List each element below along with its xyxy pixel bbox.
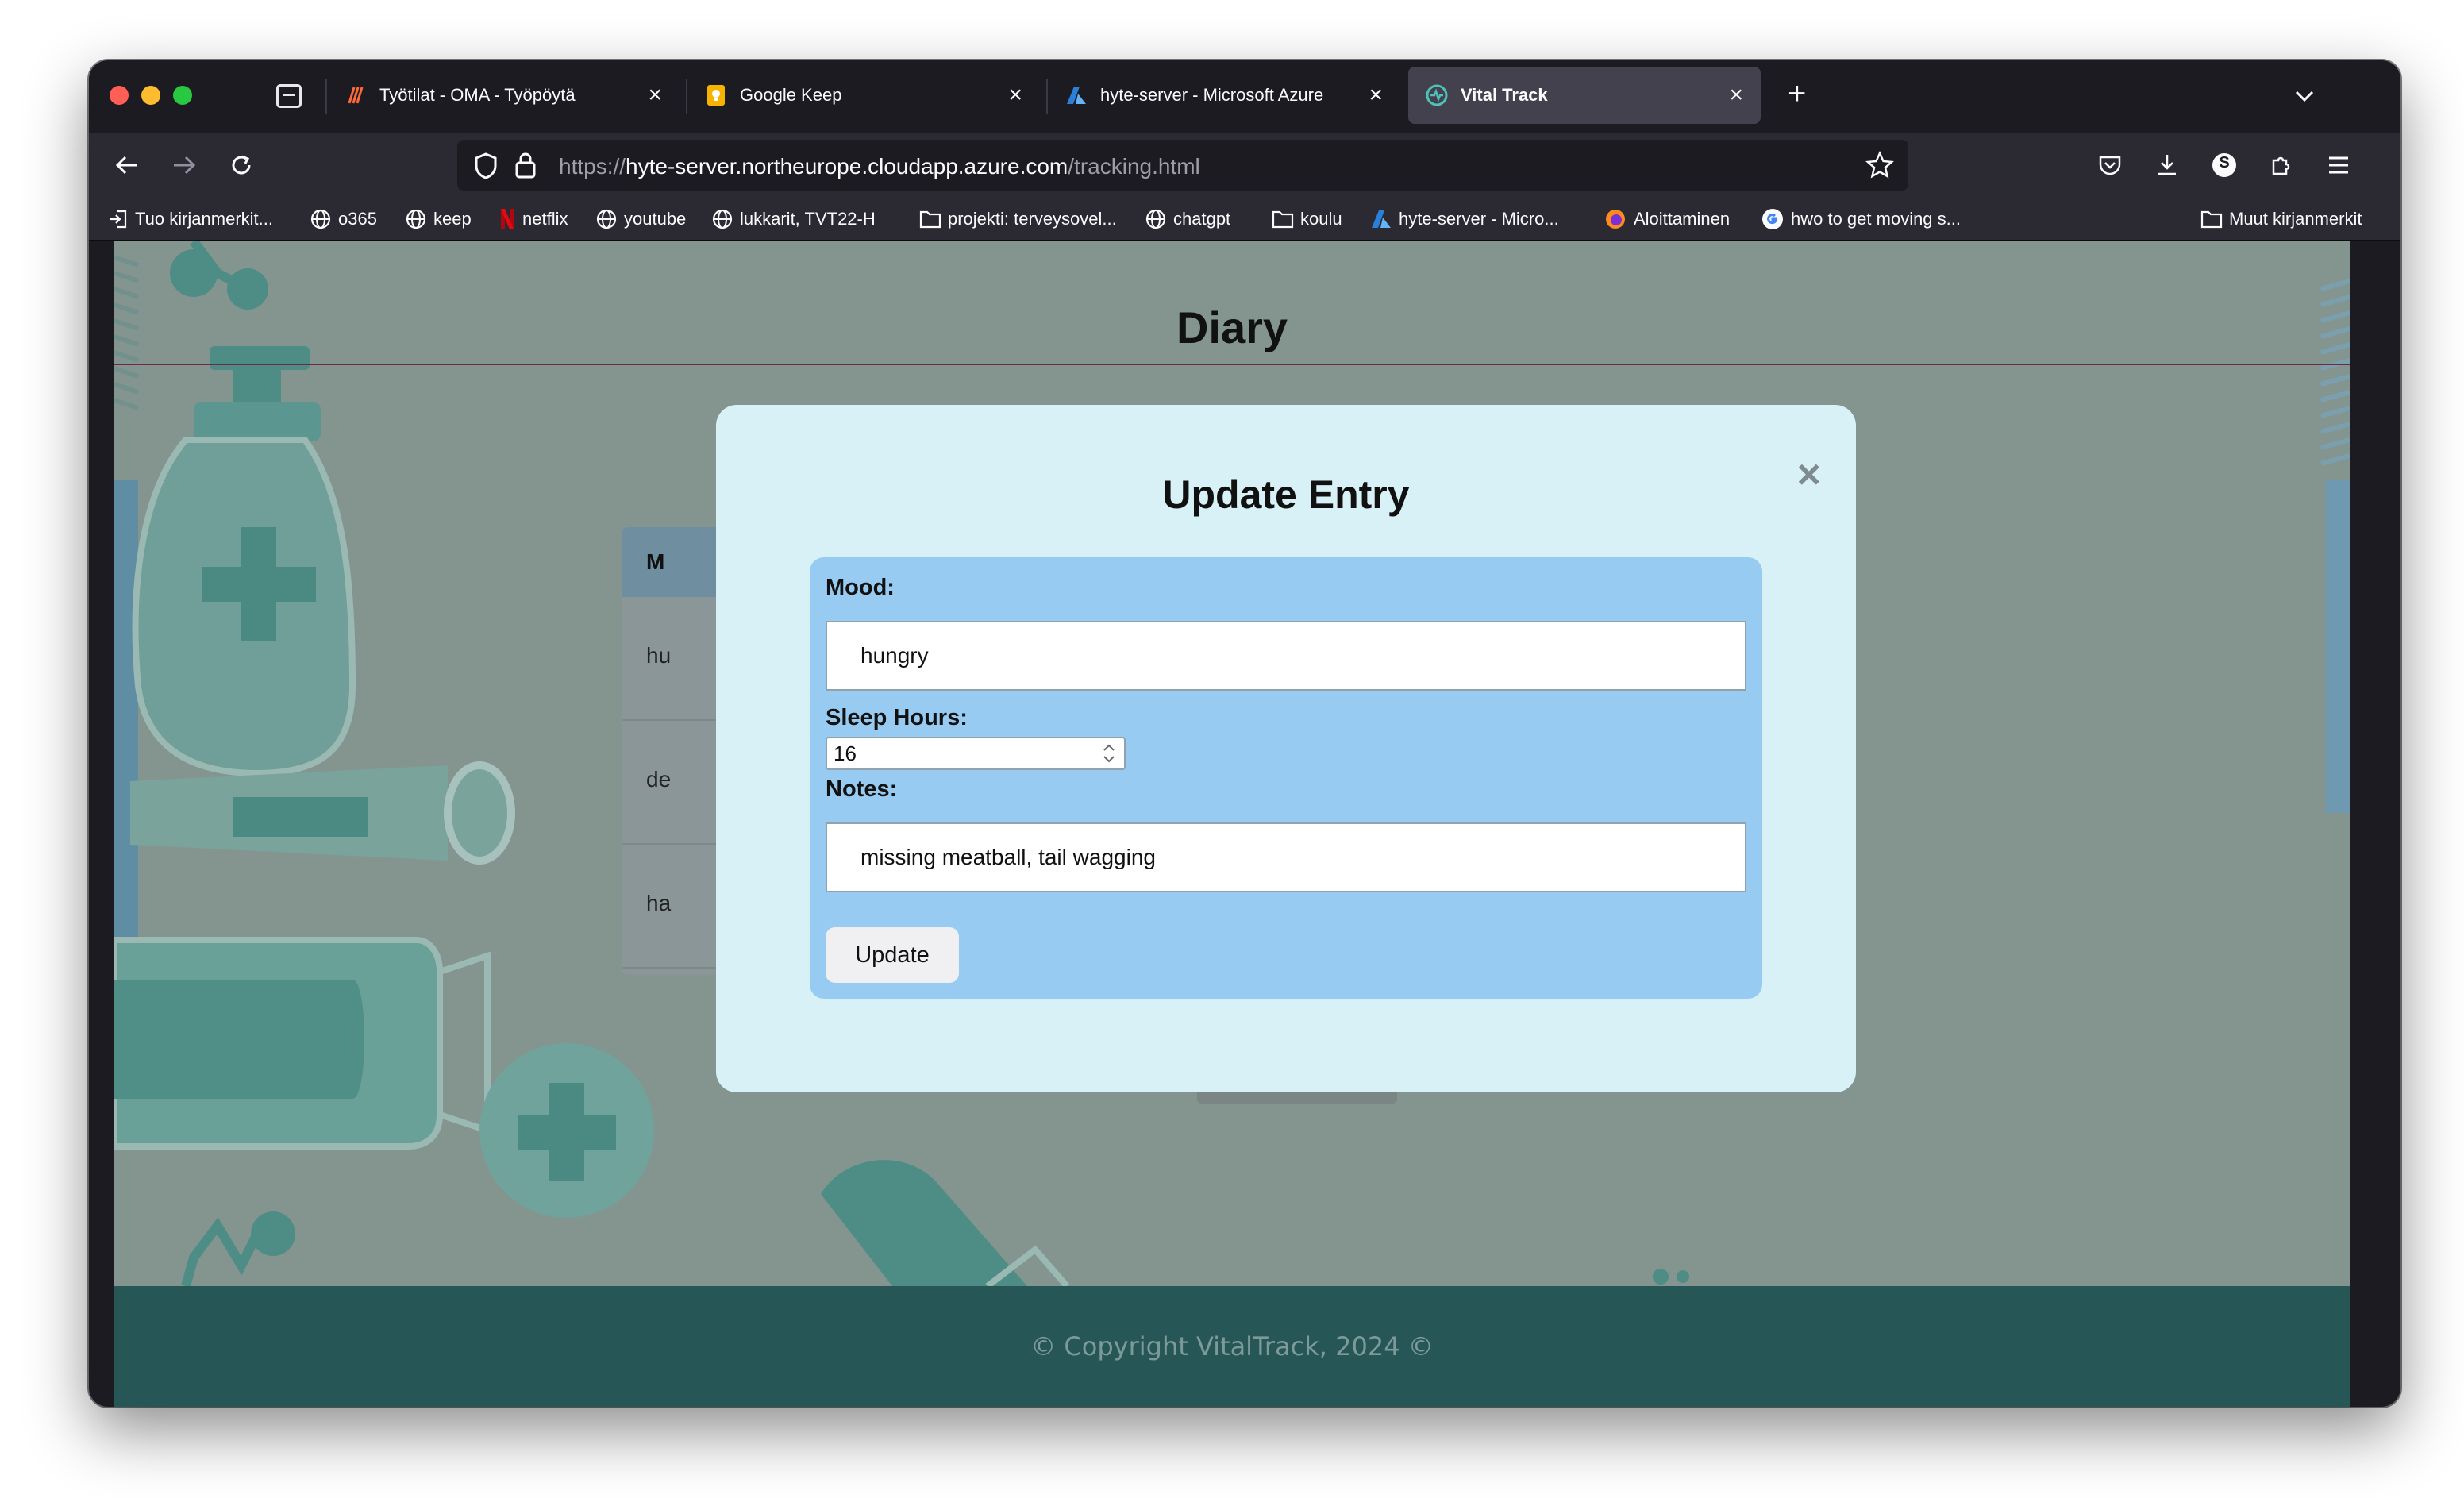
notes-input[interactable]: missing meatball, tail wagging [826, 822, 1746, 892]
bookmark-chatgpt[interactable]: chatgpt [1145, 206, 1230, 232]
profile-avatar[interactable]: S [2208, 149, 2240, 181]
tracking-protection-shield-icon[interactable] [473, 152, 499, 183]
new-tab-icon[interactable]: + [1788, 78, 1806, 110]
page-footer: © Copyright VitalTrack, 2024 © [114, 1286, 2350, 1407]
folder-icon [2200, 210, 2223, 229]
bookmark-youtube[interactable]: youtube [595, 206, 686, 232]
mood-label: Mood: [826, 575, 895, 600]
netflix-icon [501, 209, 514, 229]
back-arrow-icon[interactable] [111, 149, 143, 181]
url-bar[interactable]: https://hyte-server.northeurope.cloudapp… [457, 140, 1908, 191]
tab-azure[interactable]: hyte-server - Microsoft Azure × [1046, 67, 1400, 124]
bookmark-star-icon[interactable] [1865, 150, 1895, 183]
modal-title: Update Entry [1162, 472, 1410, 517]
bookmark-import[interactable]: Tuo kirjanmerkit... [108, 206, 273, 232]
tab-google-keep[interactable]: Google Keep × [686, 67, 1040, 124]
tab-close-icon[interactable]: × [648, 83, 662, 107]
firefox-icon [1606, 210, 1625, 229]
bookmark-aloittaminen[interactable]: Aloittaminen [1604, 206, 1730, 232]
extensions-puzzle-icon[interactable] [2266, 149, 2297, 181]
other-bookmarks-folder[interactable]: Muut kirjanmerkit [2200, 206, 2362, 232]
header-divider [114, 364, 2350, 365]
mood-input[interactable]: hungry [826, 621, 1746, 691]
tab-list-chevron-icon[interactable] [2293, 84, 2316, 112]
sleep-hours-value: 16 [834, 741, 857, 765]
close-window-button[interactable] [110, 86, 129, 105]
tab-tyotilat[interactable]: Työtilat - OMA - Työpöytä × [325, 67, 680, 124]
navigation-bar: https://hyte-server.northeurope.cloudapp… [89, 133, 2400, 197]
globe-icon [406, 209, 426, 229]
page-title: Diary [1176, 302, 1288, 352]
lock-icon[interactable] [514, 151, 537, 183]
globe-icon [712, 209, 733, 229]
update-button[interactable]: Update [826, 927, 959, 983]
tab-close-icon[interactable]: × [1729, 83, 1743, 107]
bookmark-projekti-folder[interactable]: projekti: terveysovel... [919, 206, 1117, 232]
update-entry-form: Mood: hungry Sleep Hours: 16 Notes: miss… [810, 557, 1762, 999]
bookmark-hwo-to-get-moving[interactable]: hwo to get moving s... [1761, 206, 1961, 232]
tab-vital-track[interactable]: Vital Track × [1408, 67, 1761, 124]
notes-label: Notes: [826, 776, 898, 802]
downloads-icon[interactable] [2151, 149, 2183, 181]
menu-hamburger-icon[interactable] [2323, 149, 2354, 181]
update-entry-modal: × Update Entry Mood: hungry Sleep Hours:… [716, 405, 1856, 1092]
bookmark-netflix[interactable]: netflix [499, 206, 568, 232]
pocket-icon[interactable] [2094, 149, 2126, 181]
azure-favicon-icon [1065, 84, 1088, 106]
table-header-cell: M [646, 549, 665, 574]
import-icon [110, 210, 127, 229]
bookmark-koulu-folder[interactable]: koulu [1272, 206, 1342, 232]
google-icon [1762, 209, 1783, 229]
folder-icon [919, 210, 941, 229]
bookmark-keep[interactable]: keep [405, 206, 472, 232]
azure-icon [1372, 210, 1391, 228]
tab-bar: Työtilat - OMA - Työpöytä × Google Keep … [89, 60, 2400, 133]
url-text[interactable]: https://hyte-server.northeurope.cloudapp… [559, 154, 1200, 179]
reload-icon[interactable] [225, 149, 257, 181]
sleep-hours-input[interactable]: 16 [826, 737, 1126, 770]
web-page: Diary M hu de ha Get Entries © Copyright… [114, 241, 2350, 1407]
sleep-hours-label: Sleep Hours: [826, 705, 968, 730]
tab-close-icon[interactable]: × [1369, 83, 1383, 107]
bookmark-lukkarit[interactable]: lukkarit, TVT22-H [711, 206, 876, 232]
browser-window: Työtilat - OMA - Työpöytä × Google Keep … [89, 60, 2400, 1407]
tab-close-icon[interactable]: × [1008, 83, 1022, 107]
vital-track-favicon-icon [1426, 84, 1448, 106]
folder-icon [1272, 210, 1294, 229]
globe-icon [310, 209, 331, 229]
zoom-window-button[interactable] [173, 86, 192, 105]
bookmarks-toolbar: Tuo kirjanmerkit... o365 keep netflix yo… [89, 197, 2400, 241]
minimize-window-button[interactable] [141, 86, 160, 105]
keep-favicon-icon [705, 84, 727, 106]
tab-overview-icon[interactable] [276, 84, 302, 108]
globe-icon [1145, 209, 1166, 229]
bookmark-o365[interactable]: o365 [310, 206, 377, 232]
oma-favicon-icon [345, 84, 367, 106]
copyright-text: © Copyright VitalTrack, 2024 © [1030, 1331, 1434, 1362]
forward-arrow-icon[interactable] [168, 149, 200, 181]
number-stepper-icon[interactable] [1099, 740, 1119, 767]
bookmark-hyte-server[interactable]: hyte-server - Micro... [1370, 206, 1559, 232]
globe-icon [596, 209, 617, 229]
